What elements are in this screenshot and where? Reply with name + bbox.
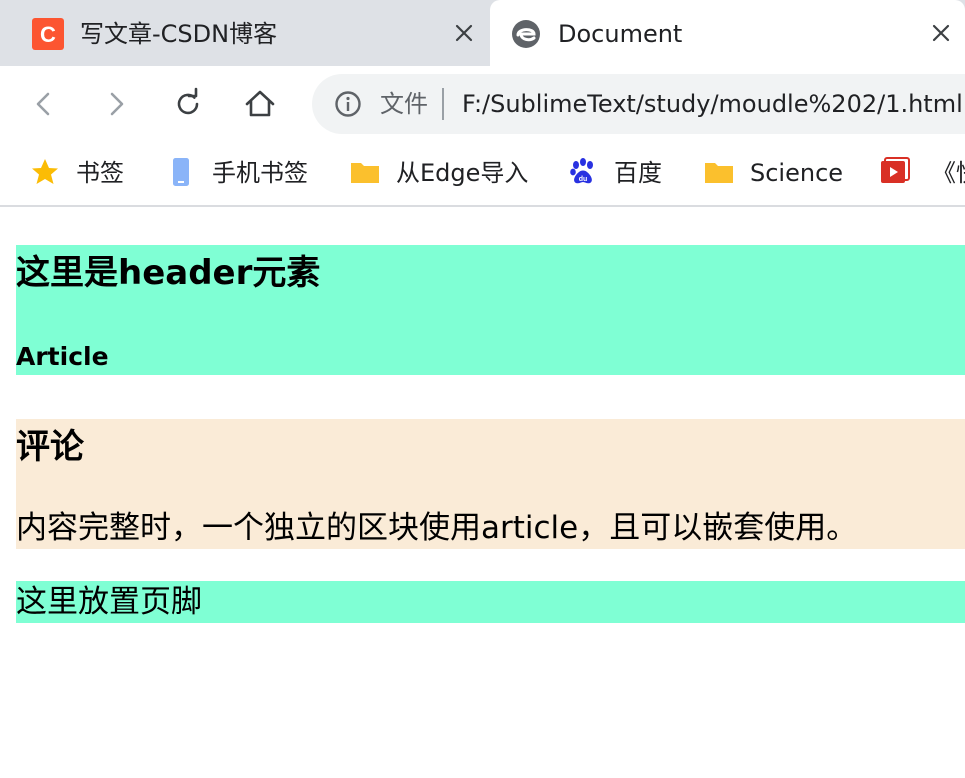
bookmarks-bar: 书签 手机书签 从Edge导入 du 百度 Science 《: [0, 143, 965, 207]
bookmark-label: 书签: [76, 159, 124, 187]
svg-text:du: du: [579, 176, 588, 183]
close-tab-icon[interactable]: [450, 19, 478, 47]
reload-icon[interactable]: [170, 86, 206, 122]
bookmark-label: 从Edge导入: [396, 159, 529, 187]
tab-title: 写文章-CSDN博客: [80, 20, 278, 48]
csdn-logo-icon: C: [32, 18, 64, 50]
tab-strip: C 写文章-CSDN博客 Document: [0, 0, 965, 66]
video-icon: [880, 157, 910, 187]
address-bar[interactable]: 文件 F:/SublimeText/study/moudle%202/1.htm…: [312, 74, 965, 134]
header-title: 这里是header元素: [16, 253, 321, 293]
folder-icon: [350, 157, 380, 187]
article-section: 评论 内容完整时，一个独立的区块使用article，且可以嵌套使用。: [16, 419, 965, 549]
close-tab-icon[interactable]: [927, 19, 955, 47]
article-text: 内容完整时，一个独立的区块使用article，且可以嵌套使用。: [16, 510, 858, 546]
info-icon[interactable]: [334, 90, 362, 118]
browser-toolbar: 文件 F:/SublimeText/study/moudle%202/1.htm…: [0, 66, 965, 143]
home-icon[interactable]: [242, 86, 278, 122]
folder-icon: [704, 157, 734, 187]
phone-icon: [166, 157, 196, 187]
back-arrow-icon[interactable]: [26, 86, 62, 122]
footer-section: 这里放置页脚: [16, 581, 965, 623]
bookmark-label: 《快: [932, 159, 965, 187]
tab-title: Document: [558, 20, 683, 48]
bookmark-label: Science: [750, 159, 844, 187]
url-text[interactable]: F:/SublimeText/study/moudle%202/1.html: [462, 86, 963, 122]
baidu-paw-icon: du: [568, 157, 598, 187]
address-separator: [442, 88, 444, 120]
tab-document[interactable]: Document: [490, 0, 965, 66]
header-section: 这里是header元素 Article: [16, 245, 965, 375]
bookmark-label: 手机书签: [212, 159, 308, 187]
bookmark-label: 百度: [614, 159, 662, 187]
scheme-label: 文件: [380, 90, 428, 118]
tab-csdn[interactable]: C 写文章-CSDN博客: [0, 0, 490, 66]
article-title: 评论: [16, 427, 84, 467]
star-icon: [30, 157, 60, 187]
forward-arrow-icon[interactable]: [98, 86, 134, 122]
header-subtitle: Article: [16, 342, 109, 371]
edge-logo-icon: [510, 18, 542, 50]
footer-text: 这里放置页脚: [16, 584, 202, 620]
svg-text:C: C: [40, 22, 56, 47]
